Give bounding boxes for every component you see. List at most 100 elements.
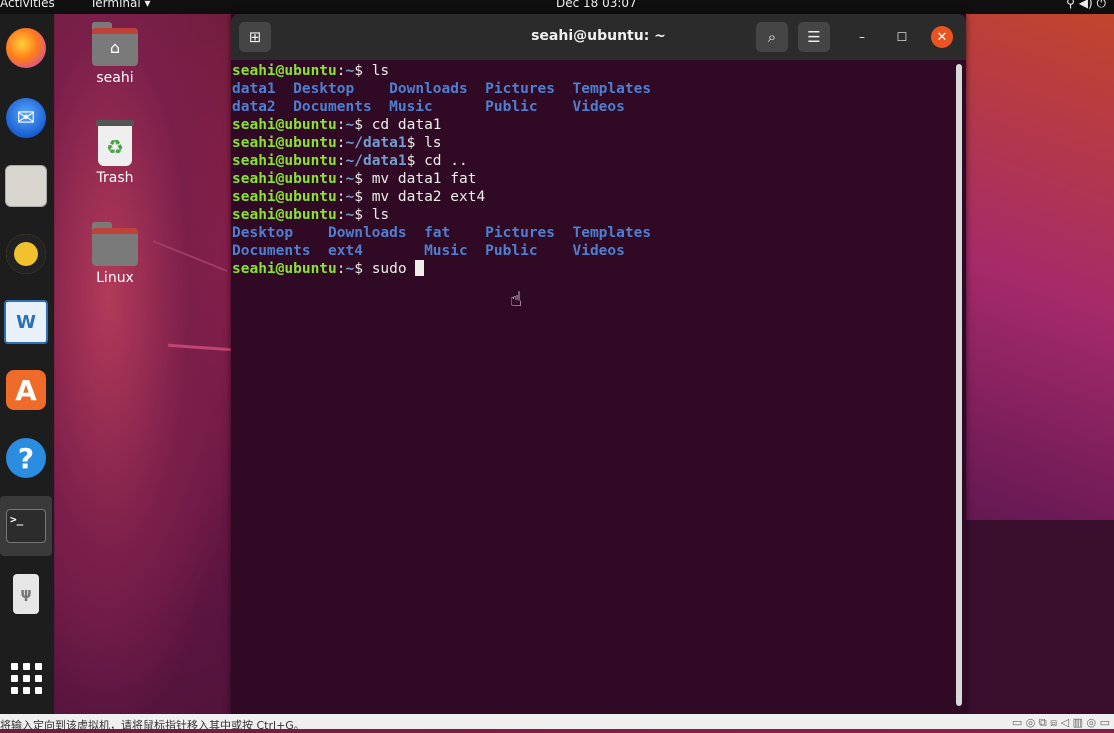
prompt-path: ~/data1: [345, 135, 407, 151]
dock-writer[interactable]: W: [0, 292, 52, 352]
command-text: mv data1 fat: [362, 171, 477, 187]
prompt-user: seahi@ubuntu: [232, 207, 337, 223]
software-icon: A: [6, 370, 46, 410]
directory-entry: data2: [232, 99, 294, 115]
terminal-output-line: data2 Documents Music Public Videos: [232, 98, 952, 116]
wallpaper-right-dark: [965, 520, 1114, 720]
directory-entry: Desktop: [232, 225, 329, 241]
usb-drive-icon: ψ: [13, 574, 39, 614]
desktop-trash-label: Trash: [96, 170, 134, 186]
hand-cursor-icon: ☝: [510, 287, 523, 311]
directory-entry: Downloads: [389, 81, 486, 97]
prompt-path: ~: [345, 207, 355, 223]
title-bar[interactable]: ⊞ seahi@ubuntu: ~ ⌕ ☰ – ☐ ✕: [231, 14, 966, 60]
command-text: ls: [415, 135, 442, 151]
terminal-prompt-line: seahi@ubuntu:~$ ls: [232, 63, 390, 79]
desktop-trash[interactable]: ♻ Trash: [80, 120, 150, 186]
app-menu[interactable]: Terminal ▾: [90, 0, 151, 10]
dock-usb[interactable]: ψ: [0, 564, 52, 624]
directory-entry: fat: [424, 225, 486, 241]
terminal-prompt-line: seahi@ubuntu:~$ sudo: [232, 260, 952, 278]
terminal-output-line: Desktop Downloads fat Pictures Templates: [232, 224, 952, 242]
directory-entry: Videos: [572, 99, 625, 115]
prompt-user: seahi@ubuntu: [232, 261, 337, 277]
prompt-user: seahi@ubuntu: [232, 153, 337, 169]
terminal-output[interactable]: seahi@ubuntu:~$ ls data1 Desktop Download…: [232, 62, 952, 702]
directory-entry: Templates: [572, 81, 652, 97]
menu-button[interactable]: ☰: [798, 22, 830, 52]
directory-entry: Downloads: [328, 225, 425, 241]
command-text: cd ..: [415, 153, 468, 169]
activities-button[interactable]: Activities: [0, 0, 55, 10]
vm-status-icons[interactable]: ▭ ◎ ⧉ ⧈ ◁ ▥ ◎ ▭: [1012, 716, 1110, 730]
wallpaper-left: [55, 14, 235, 714]
command-text: cd data1: [362, 117, 442, 133]
terminal-prompt-line: seahi@ubuntu:~$ mv data2 ext4: [232, 189, 486, 205]
writer-icon: W: [4, 300, 48, 344]
folder-icon: [92, 222, 138, 266]
text-cursor: [415, 260, 425, 276]
top-bar: Activities Terminal ▾ Dec 18 03:07 ⚲ ◀) …: [0, 0, 1114, 14]
thunderbird-icon: ✉: [6, 98, 46, 138]
directory-entry: Music: [424, 243, 486, 259]
dock-rhythmbox[interactable]: [0, 224, 52, 284]
desktop-home-folder[interactable]: ⌂ seahi: [80, 22, 150, 86]
maximize-button[interactable]: ☐: [891, 26, 913, 48]
dock-help[interactable]: ?: [0, 428, 52, 488]
terminal-prompt-line: seahi@ubuntu:~$ mv data1 fat: [232, 171, 477, 187]
terminal-prompt-line: seahi@ubuntu:~/data1$ cd ..: [232, 153, 468, 169]
prompt-user: seahi@ubuntu: [232, 189, 337, 205]
directory-entry: Templates: [572, 225, 652, 241]
terminal-output-line: Documents ext4 Music Public Videos: [232, 242, 952, 260]
help-icon: ?: [6, 438, 46, 478]
directory-entry: Public: [485, 99, 573, 115]
prompt-user: seahi@ubuntu: [232, 63, 337, 79]
trash-icon: ♻: [96, 120, 134, 166]
vm-hint-bar: 将输入定向到该虚拟机，请将鼠标指针移入其中或按 Ctrl+G。 ▭ ◎ ⧉ ⧈ …: [0, 714, 1114, 732]
desktop-home-label: seahi: [96, 70, 134, 86]
prompt-path: ~/data1: [345, 153, 407, 169]
clock[interactable]: Dec 18 03:07: [556, 0, 637, 10]
prompt-path: ~: [345, 171, 355, 187]
prompt-path: ~: [345, 261, 355, 277]
prompt-path: ~: [345, 189, 355, 205]
prompt-user: seahi@ubuntu: [232, 117, 337, 133]
terminal-prompt-line: seahi@ubuntu:~$ ls: [232, 207, 390, 223]
directory-entry: Pictures: [485, 81, 573, 97]
directory-entry: ext4: [328, 243, 425, 259]
directory-entry: Documents: [293, 99, 390, 115]
dock-terminal[interactable]: >_: [0, 496, 52, 556]
desktop-linux-folder[interactable]: Linux: [80, 222, 150, 286]
directory-entry: Public: [485, 243, 573, 259]
terminal-prompt-line: seahi@ubuntu:~/data1$ ls: [232, 135, 442, 151]
terminal-prompt-line: seahi@ubuntu:~$ cd data1: [232, 117, 442, 133]
search-button[interactable]: ⌕: [756, 22, 788, 52]
files-icon: [5, 165, 47, 207]
dock-thunderbird[interactable]: ✉: [0, 88, 52, 148]
dock: ✉ W A ? >_ ψ: [0, 14, 54, 714]
dock-files[interactable]: [0, 156, 52, 216]
minimize-button[interactable]: –: [851, 26, 873, 48]
terminal-icon: >_: [6, 509, 46, 543]
show-applications-button[interactable]: [0, 648, 52, 708]
desktop-linux-label: Linux: [96, 270, 134, 286]
close-button[interactable]: ✕: [931, 26, 953, 48]
system-tray[interactable]: ⚲ ◀) ⏻: [1066, 0, 1106, 11]
prompt-path: ~: [345, 63, 355, 79]
directory-entry: Desktop: [293, 81, 390, 97]
directory-entry: Documents: [232, 243, 329, 259]
scrollbar[interactable]: [956, 64, 962, 706]
command-text: ls: [362, 207, 390, 223]
firefox-icon: [6, 28, 46, 68]
directory-entry: Pictures: [485, 225, 573, 241]
prompt-user: seahi@ubuntu: [232, 171, 337, 187]
command-text: mv data2 ext4: [362, 189, 486, 205]
command-text: ls: [362, 63, 390, 79]
prompt-user: seahi@ubuntu: [232, 135, 337, 151]
command-text: sudo: [362, 261, 416, 277]
grid-icon: [10, 662, 42, 694]
dock-firefox[interactable]: [0, 18, 52, 78]
home-folder-icon: ⌂: [92, 22, 138, 66]
rhythmbox-icon: [6, 234, 46, 274]
dock-software[interactable]: A: [0, 360, 52, 420]
